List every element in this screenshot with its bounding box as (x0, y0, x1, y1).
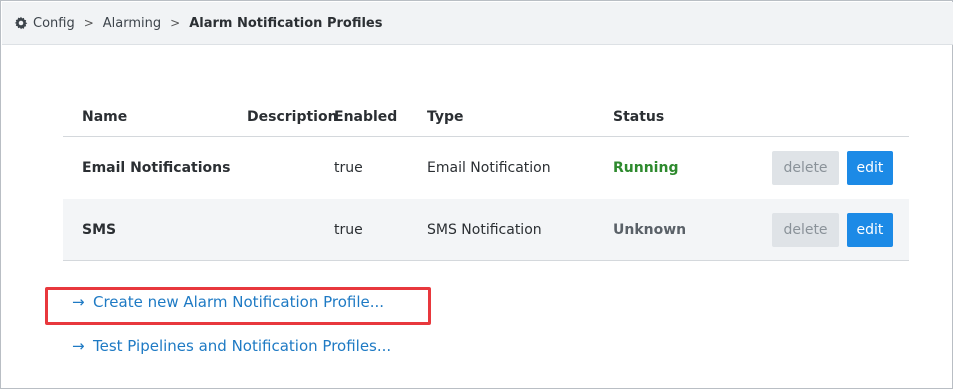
breadcrumb-separator: > (170, 16, 181, 30)
gear-icon (14, 16, 28, 30)
breadcrumb-current: Alarm Notification Profiles (189, 15, 383, 31)
profile-type: Email Notification (427, 160, 551, 176)
create-profile-link[interactable]: → Create new Alarm Notification Profile.… (72, 290, 384, 314)
column-name: Name (82, 108, 128, 125)
column-description: Description (247, 108, 338, 125)
profile-status: Running (613, 160, 679, 176)
profile-enabled: true (334, 221, 363, 238)
profile-name: SMS (82, 221, 117, 238)
test-pipelines-link[interactable]: → Test Pipelines and Notification Profil… (72, 334, 391, 358)
breadcrumb-alarming[interactable]: Alarming (103, 16, 161, 31)
edit-button[interactable]: edit (847, 151, 893, 185)
column-type: Type (427, 108, 464, 125)
table-header: Name Description Enabled Type Status (63, 97, 909, 137)
page-frame: Config > Alarming > Alarm Notification P… (0, 0, 953, 389)
column-enabled: Enabled (334, 108, 398, 125)
breadcrumb-config[interactable]: Config (33, 16, 75, 31)
profile-type: SMS Notification (427, 221, 542, 238)
breadcrumb: Config > Alarming > Alarm Notification P… (2, 2, 953, 45)
arrow-right-icon: → (72, 337, 85, 355)
edit-button[interactable]: edit (847, 212, 893, 247)
arrow-right-icon: → (72, 293, 85, 311)
table-row: SMS true SMS Notification Unknown delete… (63, 199, 909, 261)
delete-button[interactable]: delete (772, 212, 839, 247)
table-row: Email Notifications true Email Notificat… (63, 137, 909, 199)
test-pipelines-label: Test Pipelines and Notification Profiles… (93, 337, 392, 355)
action-links: → Create new Alarm Notification Profile.… (72, 290, 391, 355)
profile-name: Email Notifications (82, 160, 231, 176)
delete-button[interactable]: delete (772, 151, 839, 185)
breadcrumb-separator: > (83, 16, 94, 30)
profiles-table: Name Description Enabled Type Status Ema… (63, 97, 909, 261)
profile-enabled: true (334, 160, 363, 176)
column-status: Status (613, 108, 665, 125)
create-profile-label: Create new Alarm Notification Profile... (93, 293, 385, 311)
profile-status: Unknown (613, 221, 687, 238)
